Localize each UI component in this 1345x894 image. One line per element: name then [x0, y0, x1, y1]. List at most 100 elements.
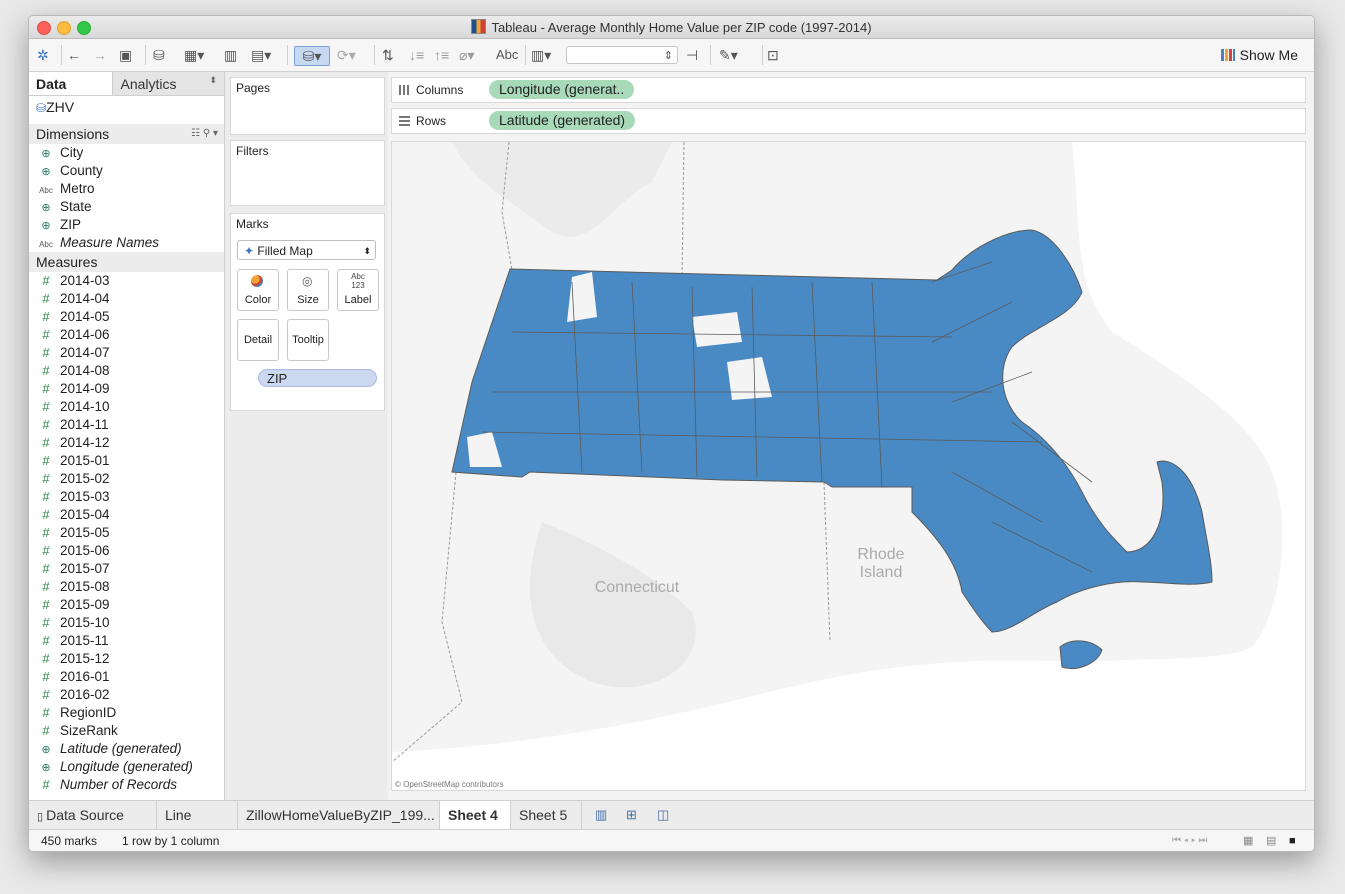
measure-field[interactable]: # RegionID	[29, 704, 224, 722]
fix-axes-icon[interactable]: ⊣	[686, 46, 698, 64]
measure-field[interactable]: #2015-01	[29, 452, 224, 470]
clear-sheet-icon[interactable]: ▤▾	[251, 46, 271, 64]
tooltip-button[interactable]: Tooltip	[287, 319, 329, 361]
sheet-sorter-icon[interactable]: ▦	[1243, 830, 1253, 851]
measure-field[interactable]: # SizeRank	[29, 722, 224, 740]
mark-type-select[interactable]: ✦ Filled Map ⬍	[237, 240, 376, 260]
measure-field[interactable]: #2014-09	[29, 380, 224, 398]
dimension-field[interactable]: ⊕ State	[29, 198, 224, 216]
measure-field[interactable]: #2015-09	[29, 596, 224, 614]
new-dashboard-tab-icon[interactable]: ⊞	[626, 807, 637, 823]
measure-field[interactable]: # Number of Records	[29, 776, 224, 794]
measure-field[interactable]: #2014-11	[29, 416, 224, 434]
measure-field[interactable]: #2014-03	[29, 272, 224, 290]
measure-field[interactable]: #2015-12	[29, 650, 224, 668]
new-worksheet-tab-icon[interactable]: ▥	[595, 807, 607, 823]
tableau-logo-icon[interactable]: ✲	[37, 46, 49, 64]
detail-button[interactable]: Detail	[237, 319, 279, 361]
measure-field[interactable]: #2014-05	[29, 308, 224, 326]
label-icon-123: 123	[351, 281, 365, 290]
label-button[interactable]: Abc 123 Label	[337, 269, 379, 311]
measure-field[interactable]: #2015-04	[29, 506, 224, 524]
measure-field[interactable]: #2015-07	[29, 560, 224, 578]
datasource-item[interactable]: ⛁ZHV	[29, 96, 224, 124]
dimension-field[interactable]: Abc Measure Names	[29, 234, 224, 252]
measure-field[interactable]: #2014-07	[29, 344, 224, 362]
sort-ascending-icon[interactable]: ↓≡	[409, 46, 424, 64]
show-me-label: Show Me	[1239, 47, 1298, 63]
hash-icon: #	[42, 705, 50, 720]
measure-field[interactable]: ⊕ Longitude (generated)	[29, 758, 224, 776]
hash-icon: #	[42, 435, 50, 450]
color-button[interactable]: Color	[237, 269, 279, 311]
refresh-icon[interactable]: ⟳▾	[337, 46, 356, 64]
undo-icon[interactable]: ←	[67, 46, 81, 64]
tab-analytics[interactable]: Analytics ⬍	[112, 72, 224, 95]
measures-list: #2014-03 #2014-04 #2014-05 #2014-06 #2014-07…	[29, 272, 224, 794]
sheet-tab-sheet4[interactable]: Sheet 4	[440, 801, 511, 829]
columns-shelf[interactable]: Columns Longitude (generat..	[391, 77, 1306, 103]
measure-field[interactable]: #2015-03	[29, 488, 224, 506]
sheet-tab-sheet5[interactable]: Sheet 5	[511, 801, 582, 829]
data-source-tab[interactable]: ▯ Data Source	[29, 801, 157, 829]
mark-type-value: Filled Map	[257, 244, 313, 258]
show-labels-button[interactable]: Abc	[496, 46, 518, 64]
zip-detail-pill[interactable]: ZIP	[258, 369, 377, 387]
latitude-pill[interactable]: Latitude (generated)	[489, 111, 636, 130]
dimension-field[interactable]: ⊕ County	[29, 162, 224, 180]
measure-field-label: SizeRank	[60, 723, 118, 738]
show-me-button[interactable]: Show Me	[1220, 47, 1298, 63]
sort-descending-icon[interactable]: ↑≡	[434, 46, 449, 64]
sheet-navigation-icon[interactable]: ⏮ ◂ ▸ ⏭	[1172, 830, 1207, 851]
measure-field[interactable]: #2014-06	[29, 326, 224, 344]
rows-icon	[399, 116, 410, 126]
measure-field[interactable]: #2014-10	[29, 398, 224, 416]
longitude-pill[interactable]: Longitude (generat..	[489, 80, 635, 99]
dimension-field[interactable]: ⊕ ZIP	[29, 216, 224, 234]
filters-card[interactable]: Filters	[230, 140, 385, 206]
sheet-tab-zillow[interactable]: ZillowHomeValueByZIP_199...	[238, 801, 440, 829]
presentation-icon[interactable]: ⊡	[767, 46, 779, 64]
pages-card[interactable]: Pages	[230, 77, 385, 135]
marks-card: Marks ✦ Filled Map ⬍ Color ◎ Size Abc 123 La…	[230, 213, 385, 411]
save-icon[interactable]: ▣	[119, 46, 132, 64]
normal-view-icon[interactable]: ■	[1289, 830, 1296, 851]
measure-field[interactable]: #2016-01	[29, 668, 224, 686]
tab-data[interactable]: Data	[29, 72, 113, 95]
measure-field[interactable]: #2014-04	[29, 290, 224, 308]
new-worksheet-icon[interactable]: ▦▾	[184, 46, 204, 64]
fit-icon[interactable]: ▥▾	[531, 46, 551, 64]
dimension-field[interactable]: ⊕ City	[29, 144, 224, 162]
measure-field-label: 2014-11	[60, 417, 109, 432]
measure-field[interactable]: #2015-08	[29, 578, 224, 596]
measure-field[interactable]: #2016-02	[29, 686, 224, 704]
duplicate-sheet-icon[interactable]: ▥	[224, 46, 237, 64]
dimensions-tools-icon[interactable]: ☷ ⚲ ▾	[191, 124, 218, 144]
new-datasource-icon[interactable]: ⛁	[153, 46, 165, 64]
measure-field[interactable]: #2015-11	[29, 632, 224, 650]
measure-field[interactable]: #2015-02	[29, 470, 224, 488]
hash-icon: #	[42, 273, 50, 288]
redo-icon[interactable]: →	[93, 46, 107, 64]
pen-icon[interactable]: ✎▾	[719, 46, 738, 64]
fit-dropdown[interactable]: ⇕	[566, 46, 678, 64]
rows-shelf[interactable]: Rows Latitude (generated)	[391, 108, 1306, 134]
swap-icon[interactable]: ⇅	[382, 46, 394, 64]
highlight-icon[interactable]: ⌀▾	[459, 46, 474, 64]
columns-icon	[399, 85, 410, 95]
measure-field[interactable]: #2014-12	[29, 434, 224, 452]
measure-field[interactable]: #2014-08	[29, 362, 224, 380]
sheet-tab-line-chart[interactable]: Line Chart	[157, 801, 238, 851]
map-view[interactable]: Rhode Island Connecticut © OpenStreetMap…	[391, 141, 1306, 791]
measure-field[interactable]: #2015-10	[29, 614, 224, 632]
pause-updates-icon[interactable]: ⛁▾	[294, 46, 330, 66]
hash-icon: #	[42, 309, 50, 324]
measure-field[interactable]: #2015-05	[29, 524, 224, 542]
size-button[interactable]: ◎ Size	[287, 269, 329, 311]
measure-field[interactable]: #2015-06	[29, 542, 224, 560]
dimension-field[interactable]: Abc Metro	[29, 180, 224, 198]
measure-field[interactable]: ⊕ Latitude (generated)	[29, 740, 224, 758]
pane-dropdown-icon[interactable]: ⬍	[209, 75, 217, 86]
filmstrip-icon[interactable]: ▤	[1266, 830, 1276, 851]
new-story-tab-icon[interactable]: ◫	[657, 807, 669, 823]
